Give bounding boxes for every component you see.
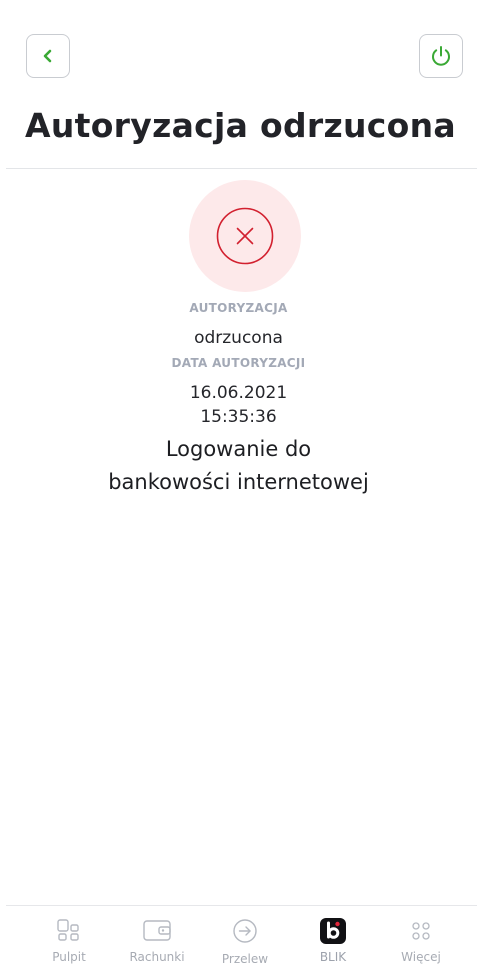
nav-item-rachunki[interactable]: Rachunki [112,918,202,964]
blik-icon [320,918,346,944]
nav-label-rachunki: Rachunki [129,950,185,964]
authorization-date: 16.06.2021 [189,383,288,403]
nav-item-blik[interactable]: BLIK [288,918,378,964]
chevron-left-icon [43,49,52,63]
bottom-navigation: Pulpit Rachunki Przelew BLIK Więcej [0,906,477,971]
nav-item-pulpit[interactable]: Pulpit [24,918,114,964]
page-title: Autoryzacja odrzucona [25,106,456,145]
status-indicator [189,180,301,292]
nav-item-przelew[interactable]: Przelew [200,918,290,966]
transfer-icon [233,919,257,943]
nav-label-blik: BLIK [319,950,347,964]
authorization-description-line2: bankowości internetowej [108,470,369,494]
dashboard-icon [57,919,79,941]
power-icon [432,46,450,66]
nav-label-pulpit: Pulpit [52,950,86,964]
more-icon [412,922,430,940]
authorization-time: 15:35:36 [200,407,277,427]
header-divider [6,168,477,169]
nav-label-wiecej: Więcej [401,950,441,964]
logout-button[interactable] [419,34,463,78]
authorization-value: odrzucona [194,328,283,348]
nav-item-wiecej[interactable]: Więcej [376,918,466,964]
back-button[interactable] [26,34,70,78]
authorization-label: AUTORYZACJA [189,301,288,315]
authorization-description-line1: Logowanie do [165,437,312,461]
nav-label-przelew: Przelew [221,952,269,966]
wallet-icon [143,920,171,941]
authorization-date-label: DATA AUTORYZACJI [171,356,306,370]
close-circle-icon [216,207,274,265]
